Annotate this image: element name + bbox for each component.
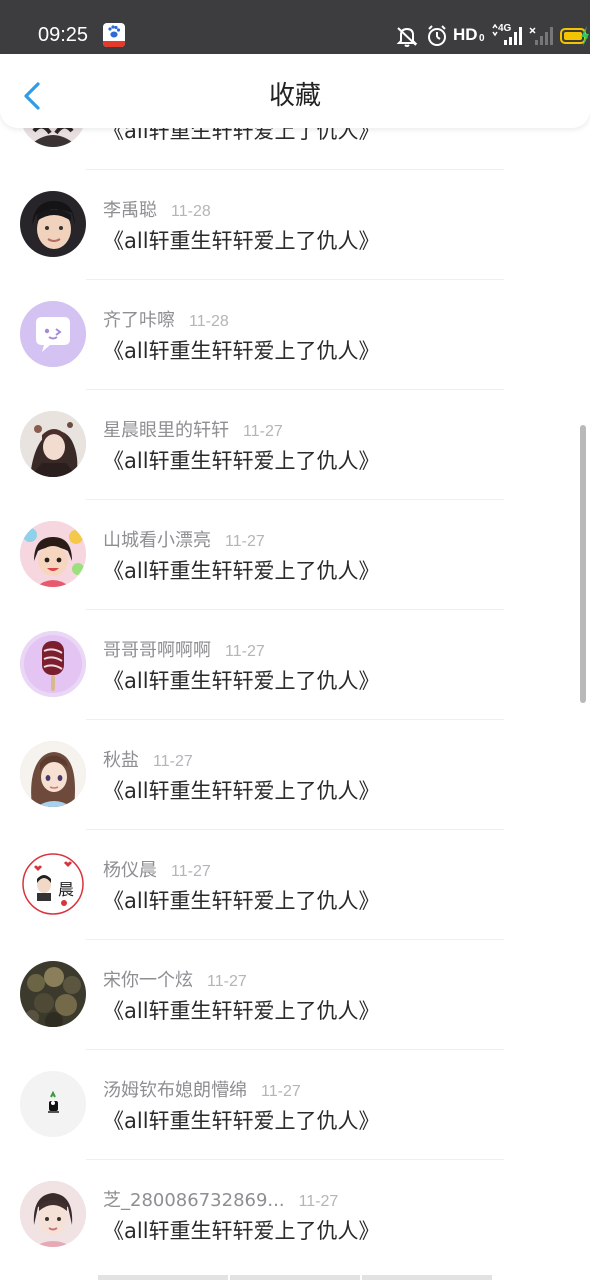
item-meta: 星晨眼里的轩轩 11-27 [103,416,283,441]
hd-sub-label: 0 [479,33,485,44]
item-title: 《all轩重生轩轩爱上了仇人》 [103,1219,380,1243]
item-meta: 齐了咔嚓 11-28 [103,306,229,331]
list-item[interactable]: 汤姆钦布媳朗懵绵 11-27 《all轩重生轩轩爱上了仇人》 [0,1050,590,1160]
avatar [20,191,86,257]
item-date: 11-27 [225,643,265,660]
list-item[interactable]: 哥哥哥啊啊啊 11-27 《all轩重生轩轩爱上了仇人》 [0,610,590,720]
avatar [20,631,86,697]
scrollbar[interactable] [580,425,586,703]
item-date: 11-27 [225,533,265,550]
charging-bolt-icon [580,26,590,50]
item-date: 11-27 [261,1083,301,1100]
avatar-badge-text: 晨 [58,880,74,899]
avatar [20,1071,86,1137]
user-name[interactable]: 星晨眼里的轩轩 [103,420,229,441]
user-name[interactable]: 汤姆钦布媳朗懵绵 [103,1080,247,1101]
user-name[interactable]: 宋你一个炫 [103,970,193,991]
item-meta: 杨仪晨 11-27 [103,856,211,881]
list-item[interactable]: 芝_280086732869... 11-27 《all轩重生轩轩爱上了仇人》 [0,1160,590,1270]
avatar: 晨 [20,851,86,917]
mute-bell-icon [394,24,420,52]
item-title: 《all轩重生轩轩爱上了仇人》 [103,339,380,363]
avatar [20,1181,86,1247]
user-name[interactable]: 齐了咔嚓 [103,310,175,331]
avatar [20,301,86,367]
item-meta: 秋盐 11-27 [103,746,193,771]
list-item[interactable]: 齐了咔嚓 11-28 《all轩重生轩轩爱上了仇人》 [0,280,590,390]
user-name[interactable]: 山城看小漂亮 [103,530,211,551]
item-meta: 哥哥哥啊啊啊 11-27 [103,636,265,661]
hd-label: HD [453,25,478,44]
item-date: 11-27 [207,973,247,990]
status-time: 09:25 [38,24,89,46]
item-title: 《all轩重生轩轩爱上了仇人》 [103,669,380,693]
user-name[interactable]: 杨仪晨 [103,860,157,881]
item-date: 11-27 [243,423,283,440]
baidu-app-icon [103,23,125,47]
item-meta: 山城看小漂亮 11-27 [103,526,265,551]
alarm-clock-icon [426,24,448,52]
user-name[interactable]: 哥哥哥啊啊啊 [103,640,211,661]
item-title: 《all轩重生轩轩爱上了仇人》 [103,229,380,253]
item-title: 《all轩重生轩轩爱上了仇人》 [103,779,380,803]
avatar [20,741,86,807]
item-date: 11-28 [189,313,229,330]
status-bar: 09:25 HD 0 4G [0,0,590,54]
avatar [20,961,86,1027]
item-date: 11-27 [153,753,193,770]
avatar [20,521,86,587]
user-name[interactable]: 李禹聪 [103,200,157,221]
item-title: 《all轩重生轩轩爱上了仇人》 [103,559,380,583]
avatar [20,411,86,477]
signal-weak-icon [528,24,554,52]
item-meta: 宋你一个炫 11-27 [103,966,247,991]
item-date: 11-27 [298,1193,339,1210]
item-title: 《all轩重生轩轩爱上了仇人》 [103,889,380,913]
item-title: 《all轩重生轩轩爱上了仇人》 [103,449,380,473]
signal-4g-icon [490,23,524,52]
list-item[interactable]: 宋你一个炫 11-27 《all轩重生轩轩爱上了仇人》 [0,940,590,1050]
item-date: 11-27 [171,863,211,880]
item-title: 《all轩重生轩轩爱上了仇人》 [103,999,380,1023]
bottom-edge-bar [98,1275,492,1280]
page-title: 收藏 [268,81,321,111]
user-name[interactable]: 秋盐 [103,750,139,771]
list-item[interactable]: 秋盐 11-27 《all轩重生轩轩爱上了仇人》 [0,720,590,830]
item-meta: 汤姆钦布媳朗懵绵 11-27 [103,1076,301,1101]
list-item[interactable]: 星晨眼里的轩轩 11-27 《all轩重生轩轩爱上了仇人》 [0,390,590,500]
list-item[interactable]: 李禹聪 11-28 《all轩重生轩轩爱上了仇人》 [0,170,590,280]
user-name[interactable]: 芝_280086732869... [103,1190,285,1211]
list-item[interactable]: 山城看小漂亮 11-27 《all轩重生轩轩爱上了仇人》 [0,500,590,610]
item-date: 11-28 [171,203,211,220]
item-title: 《all轩重生轩轩爱上了仇人》 [103,1109,380,1133]
item-meta: 芝_280086732869... 11-27 [103,1186,339,1211]
list-item[interactable]: 晨 杨仪晨 11-27 《all轩重生轩轩爱上了仇人》 [0,830,590,940]
top-bar: 收藏 [0,54,590,128]
item-meta: 李禹聪 11-28 [103,196,211,221]
